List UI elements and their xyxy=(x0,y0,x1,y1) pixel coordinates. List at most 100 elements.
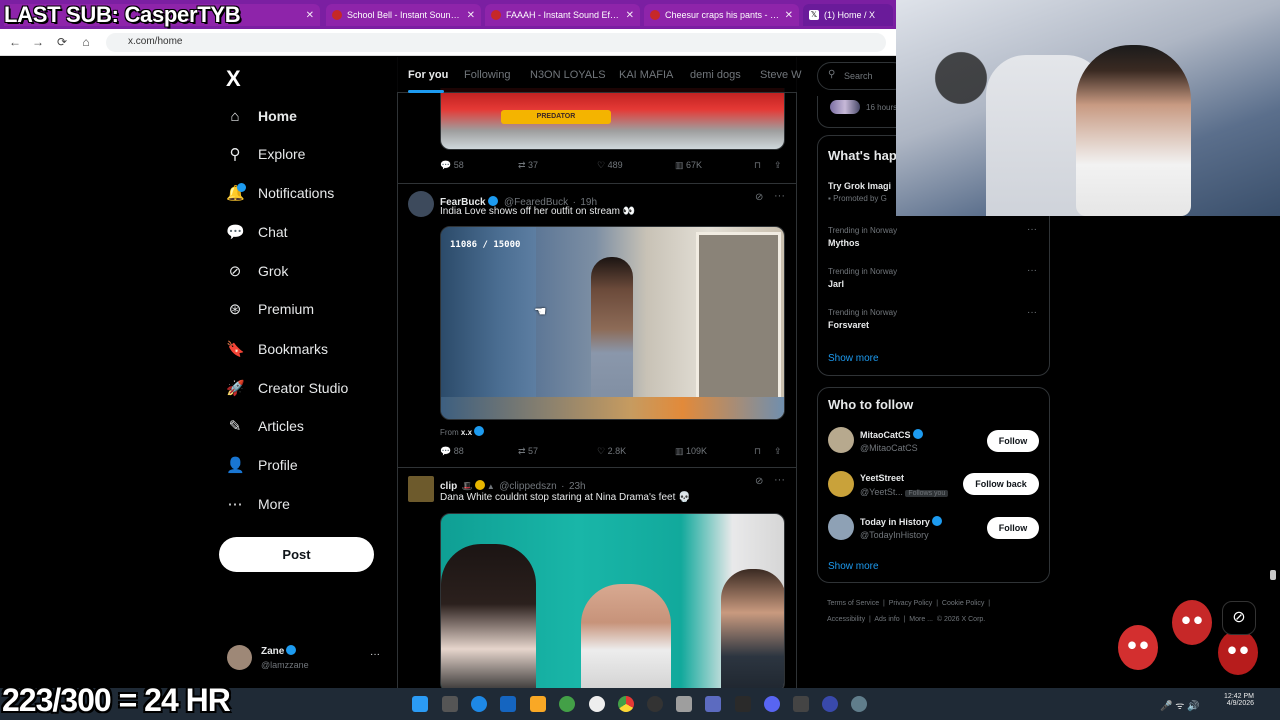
tweet-video[interactable]: 11086 / 15000 ☚ xyxy=(440,226,785,420)
promoted-trend[interactable]: Try Grok Imagi ▪ Promoted by G xyxy=(828,181,891,203)
bookmark-icon[interactable]: ⊓ xyxy=(754,446,761,457)
x-logo-icon[interactable]: X xyxy=(226,66,241,92)
source-user[interactable]: x.x xyxy=(461,428,472,437)
reply-button[interactable]: 💬 58 xyxy=(440,160,464,171)
more-link[interactable]: More ... xyxy=(909,616,933,623)
ads-info-link[interactable]: Ads info xyxy=(874,616,899,623)
sidebar-item-explore[interactable]: ⚲ Explore xyxy=(226,142,306,166)
close-icon[interactable]: ✕ xyxy=(626,10,634,21)
store-icon[interactable] xyxy=(676,696,692,712)
sidebar-item-home[interactable]: ⌂ Home xyxy=(226,104,296,128)
browser-tab-2[interactable]: FAAAH - Instant Sound Effect B ✕ xyxy=(485,4,640,26)
tab-for-you[interactable]: For you xyxy=(408,69,448,81)
tweet-time[interactable]: 23h xyxy=(569,481,586,492)
account-switcher[interactable]: Zane @lamzzane ··· xyxy=(226,643,386,673)
trend-item[interactable]: Trending in Norway Mythos xyxy=(828,226,897,248)
app-icon[interactable] xyxy=(793,696,809,712)
repost-button[interactable]: ⇄ 57 xyxy=(518,446,538,457)
trend-more-icon[interactable]: ··· xyxy=(1027,224,1037,235)
back-icon[interactable]: ← xyxy=(8,35,22,49)
repost-button[interactable]: ⇄ 37 xyxy=(518,160,538,171)
home-browser-icon[interactable]: ⌂ xyxy=(79,35,93,49)
account-more-icon[interactable]: ··· xyxy=(370,649,380,660)
app-icon[interactable] xyxy=(822,696,838,712)
file-explorer-icon[interactable] xyxy=(530,696,546,712)
sidebar-item-profile[interactable]: 👤 Profile xyxy=(226,453,298,477)
sidebar-item-articles[interactable]: ✎ Articles xyxy=(226,414,304,438)
views-button[interactable]: ▥ 67K xyxy=(675,160,702,171)
tweet-author-handle[interactable]: @clippedszn xyxy=(499,481,556,492)
avatar[interactable] xyxy=(408,191,434,217)
search-input[interactable]: ⚲ Search xyxy=(817,62,907,90)
tab-n3on-loyals[interactable]: N3ON LOYALS xyxy=(530,69,606,81)
app-icon[interactable] xyxy=(735,696,751,712)
tab-following[interactable]: Following xyxy=(464,69,510,81)
discord-icon[interactable] xyxy=(764,696,780,712)
trend-more-icon[interactable]: ··· xyxy=(1027,307,1037,318)
tweet-more-icon[interactable]: ··· xyxy=(774,474,785,486)
share-icon[interactable]: ⇪ xyxy=(774,446,782,457)
show-more-link[interactable]: Show more xyxy=(828,561,879,572)
obs-icon[interactable] xyxy=(647,696,663,712)
grok-floating-icon[interactable]: ⊘ xyxy=(1222,601,1256,635)
privacy-link[interactable]: Privacy Policy xyxy=(889,600,933,607)
tweet-more-icon[interactable]: ··· xyxy=(774,190,785,202)
accessibility-link[interactable]: Accessibility xyxy=(827,616,865,623)
close-icon[interactable]: ✕ xyxy=(467,10,475,21)
sidebar-item-creator-studio[interactable]: 🚀 Creator Studio xyxy=(226,376,348,400)
follow-button[interactable]: Follow xyxy=(987,430,1039,452)
post-button[interactable]: Post xyxy=(219,537,374,572)
sidebar-item-grok[interactable]: ⊘ Grok xyxy=(226,259,289,283)
follow-back-button[interactable]: Follow back xyxy=(963,473,1039,495)
xbox-icon[interactable] xyxy=(559,696,575,712)
chrome-icon[interactable] xyxy=(618,696,634,712)
outlook-icon[interactable] xyxy=(500,696,516,712)
scrollbar-thumb[interactable] xyxy=(1270,570,1276,580)
clock[interactable]: 12:42 PM 4/9/2026 xyxy=(1218,693,1254,707)
trend-more-icon[interactable]: ··· xyxy=(1027,265,1037,276)
show-more-link[interactable]: Show more xyxy=(828,353,879,364)
tweet[interactable]: FearBuck @FearedBuck · 19h ⊘ ··· India L… xyxy=(397,184,797,467)
sidebar-item-chat[interactable]: 💬 Chat xyxy=(226,220,288,244)
close-icon[interactable]: ✕ xyxy=(306,10,314,21)
task-view-icon[interactable] xyxy=(442,696,458,712)
teams-icon[interactable] xyxy=(705,696,721,712)
reload-icon[interactable]: ⟳ xyxy=(55,35,69,49)
trend-item[interactable]: Trending in Norway Forsvaret xyxy=(828,308,897,330)
edge-icon[interactable] xyxy=(471,696,487,712)
grok-explain-icon[interactable]: ⊘ xyxy=(755,192,763,203)
tab-kai-mafia[interactable]: KAI MAFIA xyxy=(619,69,673,81)
forward-icon[interactable]: → xyxy=(31,35,45,49)
tab-steve-w[interactable]: Steve W xyxy=(760,69,802,81)
browser-tab-1[interactable]: School Bell - Instant Sound Effe ✕ xyxy=(326,4,481,26)
app-icon[interactable] xyxy=(851,696,867,712)
sidebar-item-more[interactable]: ⋯ More xyxy=(226,492,290,516)
sidebar-item-bookmarks[interactable]: 🔖 Bookmarks xyxy=(226,337,328,361)
avatar[interactable] xyxy=(408,476,434,502)
sidebar-item-premium[interactable]: ⊛ Premium xyxy=(226,297,314,321)
url-input[interactable]: x.com/home xyxy=(106,33,886,52)
follow-button[interactable]: Follow xyxy=(987,517,1039,539)
tab-demi-dogs[interactable]: demi dogs xyxy=(690,69,741,81)
browser-tab-3[interactable]: Cheesur craps his pants - Insta ✕ xyxy=(644,4,799,26)
reply-button[interactable]: 💬 88 xyxy=(440,446,464,457)
grok-explain-icon[interactable]: ⊘ xyxy=(755,476,763,487)
share-icon[interactable]: ⇪ xyxy=(774,160,782,171)
browser-tab-x-home[interactable]: 𝕏 (1) Home / X xyxy=(803,4,893,26)
tweet[interactable]: clip 🎩 ▲ @clippedszn · 23h ⊘ ··· Dana Whi… xyxy=(397,468,797,688)
alien-app-icon[interactable] xyxy=(589,696,605,712)
sidebar-item-notifications[interactable]: 🔔 Notifications xyxy=(226,181,334,205)
cookie-link[interactable]: Cookie Policy xyxy=(942,600,984,607)
bookmark-icon[interactable]: ⊓ xyxy=(754,160,761,171)
close-icon[interactable]: ✕ xyxy=(785,10,793,21)
like-button[interactable]: ♡ 2.8K xyxy=(597,446,626,457)
terms-link[interactable]: Terms of Service xyxy=(827,600,879,607)
views-button[interactable]: ▥ 109K xyxy=(675,446,707,457)
tweet-media-image[interactable]: PREDATOR xyxy=(440,88,785,150)
tweet-author-name[interactable]: clip xyxy=(440,481,457,492)
like-button[interactable]: ♡ 489 xyxy=(597,160,623,171)
tray-icons[interactable]: 🎤 ᯤ 🔊 xyxy=(1160,698,1200,712)
tweet-video[interactable] xyxy=(440,513,785,688)
start-icon[interactable] xyxy=(412,696,428,712)
trend-item[interactable]: Trending in Norway Jarl xyxy=(828,267,897,289)
